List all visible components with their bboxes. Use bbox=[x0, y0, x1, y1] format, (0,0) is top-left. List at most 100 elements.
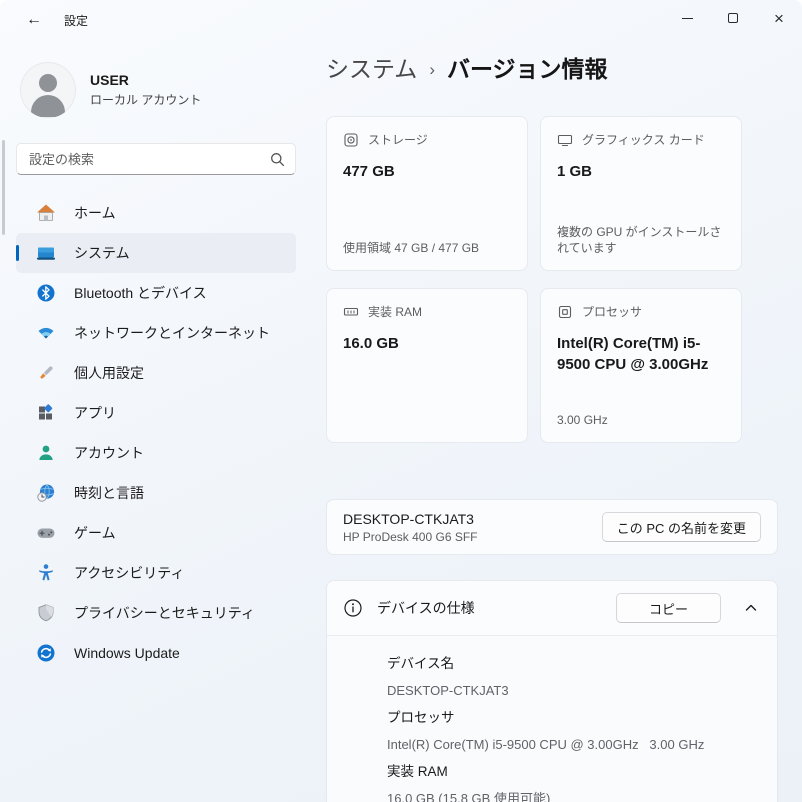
sidebar-nav: ホーム システム Bluetooth とデバイス ネットワークとインタ bbox=[16, 193, 296, 673]
sidebar: USER ローカル アカウント ホーム システム bbox=[0, 40, 312, 802]
sidebar-item-accounts[interactable]: アカウント bbox=[16, 433, 296, 473]
spec-value: DESKTOP-CTKJAT3 bbox=[387, 677, 761, 704]
settings-window: ← 設定 × USER ローカル アカウント bbox=[0, 0, 802, 802]
user-account-block[interactable]: USER ローカル アカウント bbox=[20, 62, 296, 118]
close-icon: × bbox=[774, 10, 784, 27]
card-label: 実装 RAM bbox=[368, 303, 422, 320]
privacy-icon bbox=[36, 603, 56, 623]
back-arrow-icon: ← bbox=[26, 11, 42, 29]
close-button[interactable]: × bbox=[756, 0, 802, 36]
spec-label: 実装 RAM bbox=[387, 758, 761, 785]
device-specs-expander: デバイスの仕様 コピー デバイス名 DESKTOP-CTKJAT3 プロセッサ … bbox=[326, 580, 778, 802]
accounts-icon bbox=[36, 443, 56, 463]
search-icon bbox=[270, 152, 285, 167]
apps-icon bbox=[36, 403, 56, 423]
graphics-card: グラフィックス カード 1 GB 複数の GPU がインストールされています bbox=[540, 116, 742, 271]
window-controls: × bbox=[664, 0, 802, 36]
overview-cards: ストレージ 477 GB 使用領域 47 GB / 477 GB グラフィックス… bbox=[326, 116, 742, 443]
spec-label: デバイス名 bbox=[387, 650, 761, 677]
sidebar-item-label: 時刻と言語 bbox=[62, 483, 144, 503]
storage-caption: 使用領域 47 GB / 477 GB bbox=[343, 240, 511, 256]
sidebar-item-bluetooth-devices[interactable]: Bluetooth とデバイス bbox=[16, 273, 296, 313]
home-icon bbox=[36, 203, 56, 223]
titlebar: ← 設定 × bbox=[0, 0, 802, 40]
spec-value: 16.0 GB (15.8 GB 使用可能) bbox=[387, 785, 761, 802]
gpu-icon bbox=[557, 132, 573, 148]
breadcrumb: システム › バージョン情報 bbox=[326, 52, 778, 86]
sidebar-item-home[interactable]: ホーム bbox=[16, 193, 296, 233]
processor-value: Intel(R) Core(TM) i5-9500 CPU @ 3.00GHz bbox=[557, 333, 725, 375]
storage-icon bbox=[343, 132, 359, 148]
info-icon bbox=[343, 598, 363, 618]
device-name: DESKTOP-CTKJAT3 bbox=[343, 511, 478, 527]
spec-value: Intel(R) Core(TM) i5-9500 CPU @ 3.00GHz … bbox=[387, 731, 761, 758]
device-name-card: DESKTOP-CTKJAT3 HP ProDesk 400 G6 SFF この… bbox=[326, 499, 778, 555]
user-name: USER bbox=[90, 72, 201, 88]
minimize-button[interactable] bbox=[664, 0, 710, 36]
minimize-icon bbox=[682, 18, 693, 19]
sidebar-item-system[interactable]: システム bbox=[16, 233, 296, 273]
gaming-icon bbox=[36, 523, 56, 543]
maximize-icon bbox=[728, 13, 738, 23]
settings-search-box[interactable] bbox=[16, 143, 296, 175]
spec-label: プロセッサ bbox=[387, 704, 761, 731]
cpu-icon bbox=[557, 304, 573, 320]
sidebar-item-network-internet[interactable]: ネットワークとインターネット bbox=[16, 313, 296, 353]
copy-button[interactable]: コピー bbox=[616, 593, 721, 623]
sidebar-item-label: ネットワークとインターネット bbox=[62, 323, 270, 343]
sidebar-item-gaming[interactable]: ゲーム bbox=[16, 513, 296, 553]
bluetooth-icon bbox=[36, 283, 56, 303]
spec-row: デバイス名 DESKTOP-CTKJAT3 bbox=[387, 650, 761, 704]
sidebar-item-label: システム bbox=[62, 243, 130, 263]
windows-update-icon bbox=[36, 643, 56, 663]
network-icon bbox=[36, 323, 56, 343]
time-language-icon bbox=[36, 483, 56, 503]
sidebar-item-label: アクセシビリティ bbox=[62, 563, 184, 583]
page-title: バージョン情報 bbox=[447, 53, 608, 85]
personalization-icon bbox=[36, 363, 56, 383]
spec-row: プロセッサ Intel(R) Core(TM) i5-9500 CPU @ 3.… bbox=[387, 704, 761, 758]
card-label: ストレージ bbox=[368, 131, 428, 148]
selected-accent-bar bbox=[16, 245, 19, 261]
sidebar-item-label: プライバシーとセキュリティ bbox=[62, 603, 255, 623]
sidebar-item-label: Windows Update bbox=[62, 645, 180, 661]
card-label: グラフィックス カード bbox=[582, 131, 705, 148]
maximize-button[interactable] bbox=[710, 0, 756, 36]
sidebar-item-label: Bluetooth とデバイス bbox=[62, 283, 207, 303]
back-button[interactable]: ← bbox=[18, 7, 50, 33]
sidebar-item-label: 個人用設定 bbox=[62, 363, 144, 383]
sidebar-item-time-language[interactable]: 時刻と言語 bbox=[16, 473, 296, 513]
sidebar-item-windows-update[interactable]: Windows Update bbox=[16, 633, 296, 673]
spec-row: 実装 RAM 16.0 GB (15.8 GB 使用可能) bbox=[387, 758, 761, 802]
ram-icon bbox=[343, 304, 359, 320]
chevron-up-icon[interactable] bbox=[743, 600, 759, 616]
processor-card: プロセッサ Intel(R) Core(TM) i5-9500 CPU @ 3.… bbox=[540, 288, 742, 443]
device-model: HP ProDesk 400 G6 SFF bbox=[343, 530, 478, 544]
device-specs-header[interactable]: デバイスの仕様 コピー bbox=[327, 581, 777, 635]
sidebar-item-personalization[interactable]: 個人用設定 bbox=[16, 353, 296, 393]
graphics-value: 1 GB bbox=[557, 161, 725, 182]
breadcrumb-parent[interactable]: システム bbox=[326, 53, 417, 85]
storage-card: ストレージ 477 GB 使用領域 47 GB / 477 GB bbox=[326, 116, 528, 271]
graphics-caption: 複数の GPU がインストールされています bbox=[557, 224, 725, 256]
sidebar-scrollbar[interactable] bbox=[2, 140, 5, 235]
rename-pc-button[interactable]: この PC の名前を変更 bbox=[602, 512, 761, 542]
accessibility-icon bbox=[36, 563, 56, 583]
sidebar-item-apps[interactable]: アプリ bbox=[16, 393, 296, 433]
system-icon bbox=[36, 243, 56, 263]
ram-card: 実装 RAM 16.0 GB bbox=[326, 288, 528, 443]
window-title: 設定 bbox=[64, 12, 88, 29]
sidebar-item-label: アカウント bbox=[62, 443, 144, 463]
sidebar-item-accessibility[interactable]: アクセシビリティ bbox=[16, 553, 296, 593]
storage-value: 477 GB bbox=[343, 161, 511, 182]
sidebar-item-privacy-security[interactable]: プライバシーとセキュリティ bbox=[16, 593, 296, 633]
card-label: プロセッサ bbox=[582, 303, 642, 320]
breadcrumb-separator-icon: › bbox=[429, 52, 435, 86]
sidebar-item-label: ゲーム bbox=[62, 523, 116, 543]
sidebar-item-label: ホーム bbox=[62, 203, 116, 223]
processor-caption: 3.00 GHz bbox=[557, 412, 725, 428]
search-input[interactable] bbox=[29, 152, 270, 167]
main-content: システム › バージョン情報 ストレージ 477 GB 使用領域 47 GB /… bbox=[326, 40, 778, 802]
ram-value: 16.0 GB bbox=[343, 333, 511, 354]
device-specs-body: デバイス名 DESKTOP-CTKJAT3 プロセッサ Intel(R) Cor… bbox=[327, 635, 777, 802]
